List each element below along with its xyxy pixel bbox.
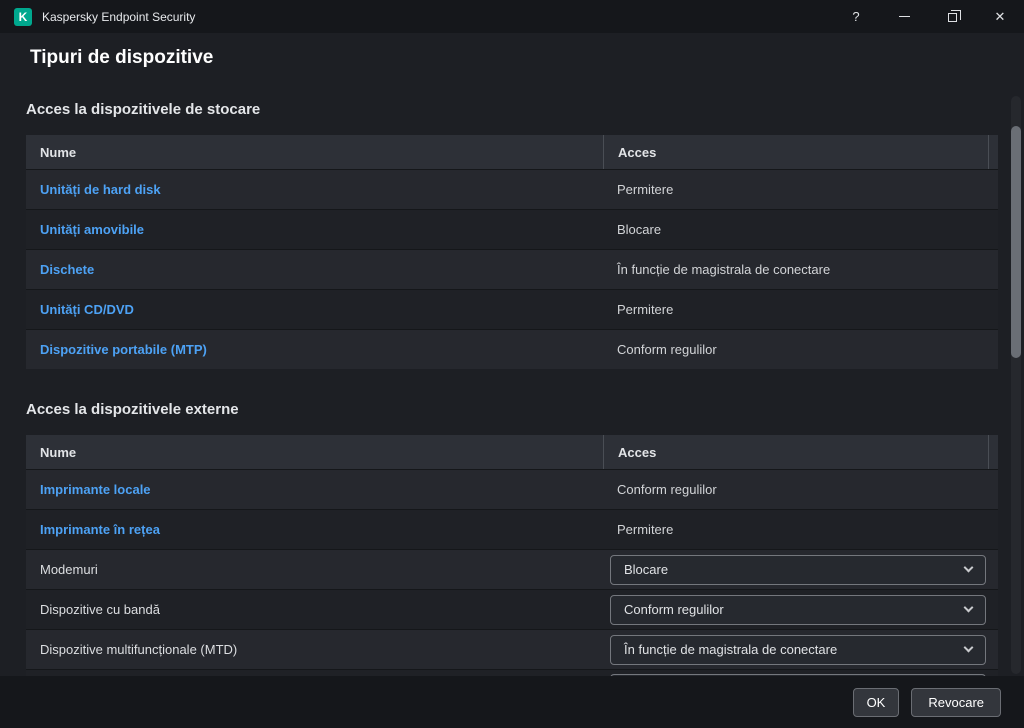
section-heading-storage: Acces la dispozitivele de stocare — [26, 101, 261, 118]
access-value: Permitere — [617, 182, 674, 197]
close-button[interactable]: ✕ — [976, 0, 1024, 33]
footer-bar: OK Revocare — [0, 676, 1024, 728]
column-header-name: Nume — [40, 144, 77, 160]
restore-icon — [947, 10, 961, 22]
device-name-modems: Modemuri — [40, 562, 98, 577]
dropdown-selected-value: Blocare — [624, 562, 669, 577]
table-row: Dispozitive multifuncționale (MTD) În fu… — [26, 629, 998, 669]
device-name-mtd: Dispozitive multifuncționale (MTD) — [40, 642, 238, 657]
device-name-tape: Dispozitive cu bandă — [40, 602, 160, 617]
app-title: Kaspersky Endpoint Security — [42, 9, 196, 24]
device-link-cd-dvd[interactable]: Unități CD/DVD — [40, 302, 134, 317]
device-link-local-printers[interactable]: Imprimante locale — [40, 482, 151, 497]
device-link-mtp[interactable]: Dispozitive portabile (MTP) — [40, 342, 207, 357]
scrollbar[interactable] — [1011, 96, 1021, 674]
access-value: Permitere — [617, 302, 674, 317]
minimize-button[interactable] — [880, 0, 928, 33]
access-dropdown-modems[interactable]: Blocare — [610, 554, 986, 585]
table-header: Nume Acces — [26, 135, 998, 169]
device-link-hard-disk[interactable]: Unități de hard disk — [40, 182, 161, 197]
cancel-button[interactable]: Revocare — [911, 687, 1001, 717]
chevron-down-icon — [963, 562, 974, 573]
close-icon: ✕ — [994, 8, 1006, 24]
window-controls: ? ✕ — [832, 0, 1024, 33]
external-devices-table: Nume Acces Imprimante locale Conform reg… — [26, 435, 998, 686]
access-dropdown-mtd[interactable]: În funcție de magistrala de conectare — [610, 634, 986, 665]
chevron-down-icon — [963, 602, 974, 613]
table-row: Dischete În funcție de magistrala de con… — [26, 249, 998, 289]
column-header-access: Acces — [603, 135, 998, 169]
column-header-access: Acces — [603, 435, 998, 469]
table-row: Imprimante în rețea Permitere — [26, 509, 998, 549]
table-row: Unități amovibile Blocare — [26, 209, 998, 249]
table-row: Imprimante locale Conform regulilor — [26, 469, 998, 509]
scrollbar-thumb[interactable] — [1011, 126, 1021, 358]
dropdown-selected-value: În funcție de magistrala de conectare — [624, 642, 838, 657]
logo-letter: K — [18, 9, 28, 24]
column-header-name: Nume — [40, 444, 77, 460]
table-header: Nume Acces — [26, 435, 998, 469]
device-link-network-printers[interactable]: Imprimante în rețea — [40, 522, 160, 537]
restore-button[interactable] — [928, 0, 976, 33]
access-value: Conform regulilor — [617, 482, 717, 497]
table-row: Unități CD/DVD Permitere — [26, 289, 998, 329]
storage-devices-table: Nume Acces Unități de hard disk Permiter… — [26, 135, 998, 369]
table-row: Dispozitive cu bandă Conform regulilor — [26, 589, 998, 629]
device-link-removable[interactable]: Unități amovibile — [40, 222, 144, 237]
ok-button[interactable]: OK — [852, 687, 900, 717]
access-value: Blocare — [617, 222, 662, 237]
table-body: Imprimante locale Conform regulilor Impr… — [26, 469, 998, 686]
section-heading-external: Acces la dispozitivele externe — [26, 401, 239, 418]
device-link-floppy[interactable]: Dischete — [40, 262, 94, 277]
help-icon: ? — [852, 9, 860, 24]
help-button[interactable]: ? — [832, 0, 880, 33]
kaspersky-logo-icon: K — [14, 7, 32, 26]
access-value: Conform regulilor — [617, 342, 717, 357]
page-title: Tipuri de dispozitive — [30, 47, 214, 68]
access-dropdown-tape[interactable]: Conform regulilor — [610, 594, 986, 625]
chevron-down-icon — [963, 642, 974, 653]
table-row: Modemuri Blocare — [26, 549, 998, 589]
table-row: Unități de hard disk Permitere — [26, 169, 998, 209]
titlebar: K Kaspersky Endpoint Security ? ✕ — [0, 0, 1024, 33]
minimize-icon — [898, 16, 910, 17]
dropdown-selected-value: Conform regulilor — [624, 602, 724, 617]
table-body: Unități de hard disk Permitere Unități a… — [26, 169, 998, 369]
access-value: Permitere — [617, 522, 674, 537]
table-row: Dispozitive portabile (MTP) Conform regu… — [26, 329, 998, 369]
access-value: În funcție de magistrala de conectare — [617, 262, 831, 277]
